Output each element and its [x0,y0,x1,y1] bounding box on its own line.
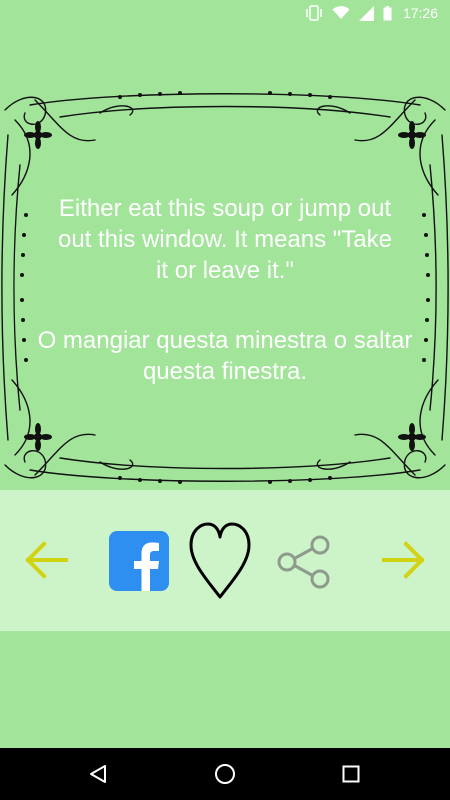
quote-card: Either eat this soup or jump out out thi… [0,85,450,490]
heart-icon[interactable] [188,521,252,601]
status-time: 17:26 [402,5,438,21]
quote-italian: O mangiar questa minestra o saltar quest… [37,327,413,385]
status-bar: 17:26 [0,0,450,28]
navigation-bar [0,748,450,800]
action-bar [0,490,450,631]
wifi-icon [332,6,350,19]
battery-icon [383,5,392,20]
arrow-left-icon[interactable] [24,540,68,580]
arrow-right-icon[interactable] [382,540,426,580]
home-icon[interactable] [214,763,236,785]
facebook-icon[interactable] [109,531,169,591]
ornamental-frame [1,91,449,484]
back-icon[interactable] [88,764,108,784]
recents-icon[interactable] [342,765,360,783]
share-icon[interactable] [276,535,332,589]
vibrate-icon [306,5,322,21]
signal-icon [358,5,374,21]
quote-english: Either eat this soup or jump out out thi… [57,195,393,284]
